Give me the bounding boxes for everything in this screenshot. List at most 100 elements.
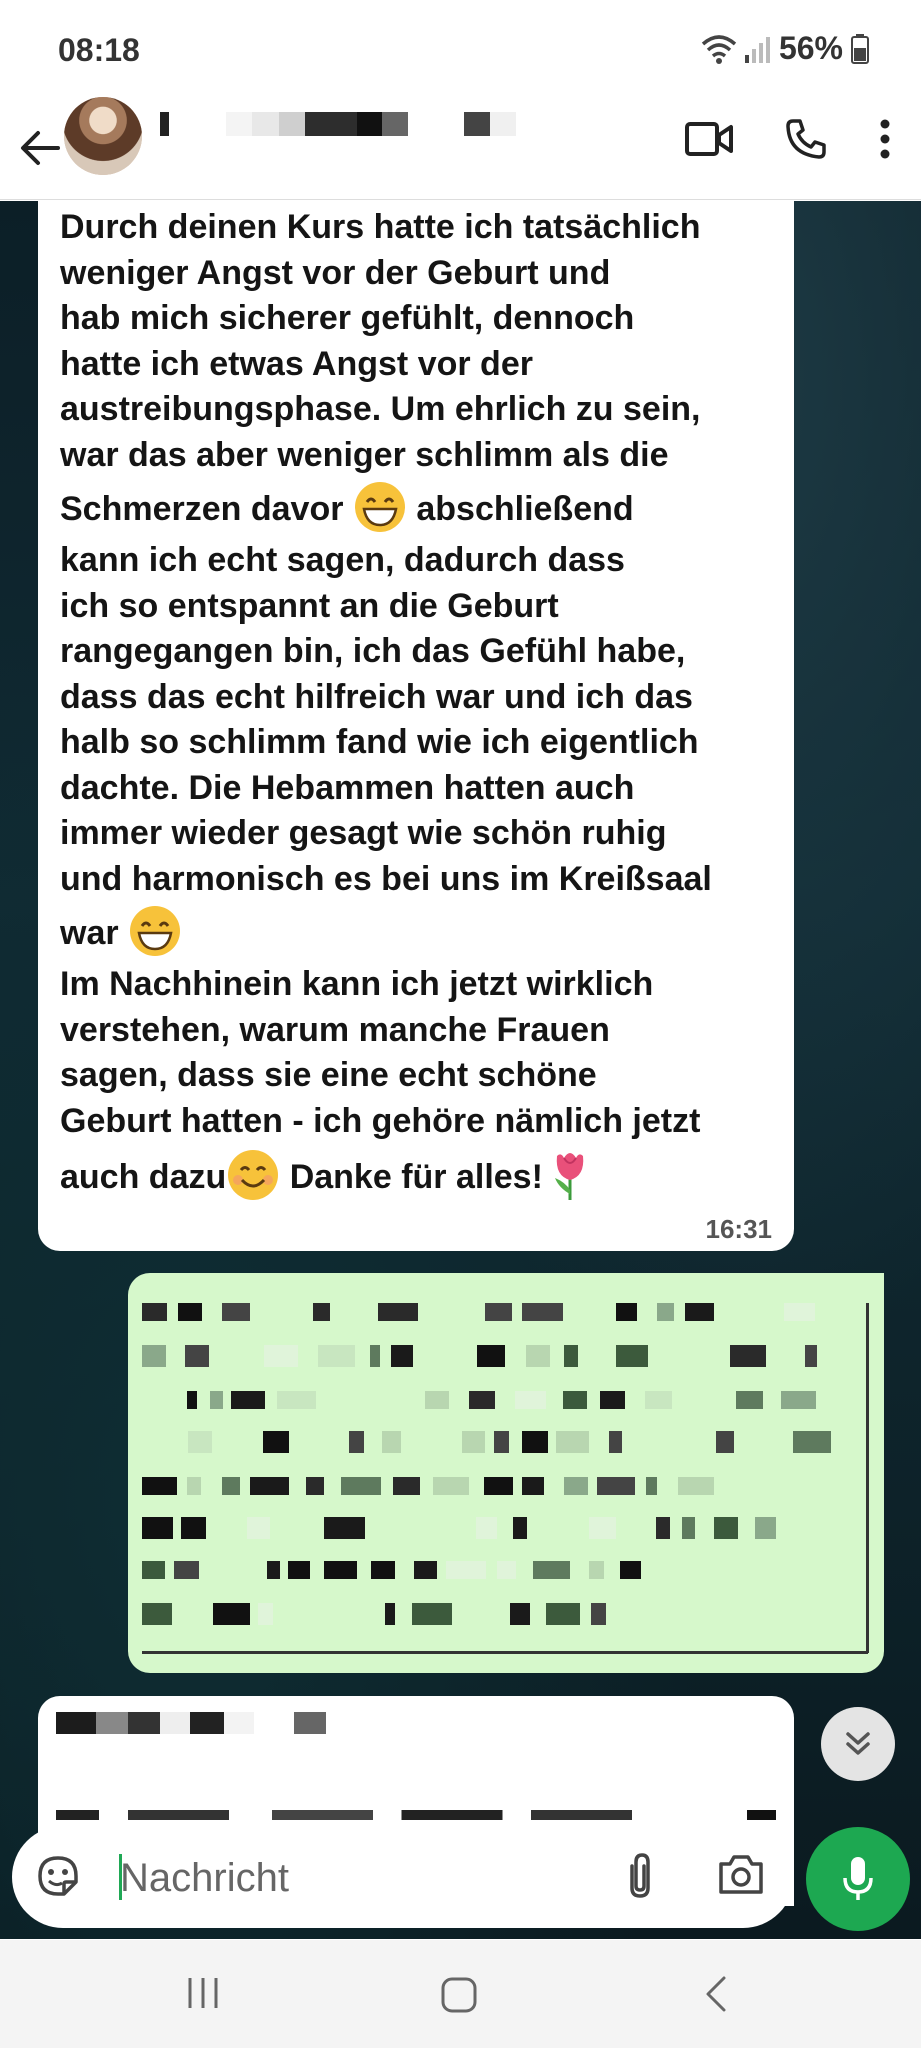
message-input[interactable]: Nachricht bbox=[120, 1856, 289, 1901]
chat-area[interactable]: Durch deinen Kurs hatte ich tatsächlich w… bbox=[0, 201, 921, 1939]
redacted-pixel bbox=[564, 1477, 588, 1495]
redacted-pixel bbox=[755, 1517, 776, 1539]
incoming-message[interactable]: Durch deinen Kurs hatte ich tatsächlich w… bbox=[38, 201, 794, 1251]
redacted-pixel bbox=[433, 1477, 469, 1495]
redacted-pixel bbox=[494, 1431, 509, 1453]
redacted-pixel bbox=[476, 1517, 497, 1539]
redacted-block bbox=[190, 1712, 224, 1734]
redacted-pixel bbox=[267, 1561, 280, 1579]
avatar-photo bbox=[64, 97, 142, 175]
redacted-pixel bbox=[657, 1303, 674, 1321]
redacted-block bbox=[294, 1712, 326, 1734]
redacted-pixel bbox=[522, 1477, 544, 1495]
redacted-pixel bbox=[784, 1303, 815, 1321]
grinning-emoji-icon bbox=[354, 482, 405, 532]
message-line: Durch deinen Kurs hatte ich tatsächlich bbox=[60, 208, 701, 246]
message-line: war bbox=[60, 904, 768, 958]
camera-icon[interactable] bbox=[717, 1852, 765, 1896]
redacted-pixel bbox=[187, 1477, 201, 1495]
redacted-pixel bbox=[616, 1303, 637, 1321]
scroll-down-button[interactable] bbox=[821, 1707, 895, 1781]
sticker-icon[interactable] bbox=[34, 1852, 82, 1900]
redacted-pixel bbox=[210, 1391, 223, 1409]
redacted-pixel bbox=[591, 1603, 606, 1625]
redacted-pixel bbox=[341, 1477, 381, 1495]
redacted-pixel bbox=[589, 1561, 604, 1579]
redacted-pixel bbox=[142, 1603, 172, 1625]
phone-icon[interactable] bbox=[785, 118, 827, 160]
signal-icon bbox=[744, 36, 770, 63]
message-line: weniger Angst vor der Geburt und bbox=[60, 253, 611, 292]
redacted-pixel bbox=[484, 1477, 513, 1495]
redacted-pixel bbox=[142, 1561, 165, 1579]
message-line: Geburt hatten - ich gehöre nämlich jetzt bbox=[60, 1101, 701, 1140]
redacted-pixel bbox=[805, 1345, 817, 1367]
redacted-pixel bbox=[349, 1431, 364, 1453]
redacted-pixel bbox=[414, 1561, 437, 1579]
message-line: hab mich sicherer gefühlt, dennoch bbox=[60, 299, 635, 337]
message-line: austreibungsphase. Um ehrlich zu sein, bbox=[60, 390, 701, 428]
redacted-pixel bbox=[497, 1561, 516, 1579]
redacted-pixel bbox=[597, 1477, 635, 1495]
redacted-pixel bbox=[391, 1345, 413, 1367]
voice-message-button[interactable] bbox=[806, 1827, 910, 1931]
redacted-block bbox=[96, 1712, 128, 1734]
message-line: Schmerzen davor abschließend bbox=[60, 480, 768, 534]
message-line: war das aber weniger schlimm als die bbox=[60, 435, 669, 474]
home-icon[interactable] bbox=[440, 1976, 478, 2014]
redacted-pixel bbox=[250, 1477, 289, 1495]
contact-name-redacted[interactable] bbox=[156, 112, 516, 142]
status-time: 08:18 bbox=[58, 32, 140, 68]
outgoing-message-redacted[interactable] bbox=[128, 1273, 884, 1673]
message-segment: abschließend bbox=[406, 490, 634, 528]
message-segment: auch dazu bbox=[60, 1158, 227, 1196]
redacted-pixel bbox=[533, 1561, 570, 1579]
redacted-pixel bbox=[736, 1391, 763, 1409]
redacted-pixel bbox=[425, 1391, 449, 1409]
redacted-pixel bbox=[645, 1391, 672, 1409]
avatar[interactable] bbox=[64, 97, 142, 175]
redacted-pixel bbox=[546, 1603, 580, 1625]
message-segment: Schmerzen davor bbox=[60, 490, 344, 528]
status-bar: 08:18 56% bbox=[0, 0, 921, 100]
redacted-pixel bbox=[646, 1477, 657, 1495]
redacted-pixel bbox=[600, 1391, 625, 1409]
redacted-pixel bbox=[247, 1517, 270, 1539]
redacted-pixel bbox=[462, 1431, 485, 1453]
tulip-emoji-icon bbox=[554, 1153, 584, 1200]
redacted-block bbox=[128, 1712, 160, 1734]
redacted-pixel bbox=[181, 1517, 206, 1539]
back-arrow-icon[interactable] bbox=[14, 122, 66, 174]
message-line: immer wieder gesagt wie schön ruhig bbox=[60, 814, 667, 852]
message-line: auch dazu Danke für alles! bbox=[60, 1148, 768, 1202]
redacted-pixel bbox=[142, 1517, 173, 1539]
redacted-pixel bbox=[306, 1477, 324, 1495]
redacted-pixel bbox=[277, 1391, 316, 1409]
message-input-bar: Nachricht bbox=[12, 1826, 794, 1928]
recent-apps-icon[interactable] bbox=[186, 1976, 220, 2010]
redacted-pixel bbox=[556, 1431, 589, 1453]
redacted-pixel bbox=[522, 1303, 563, 1321]
video-call-icon[interactable] bbox=[685, 121, 733, 157]
redacted-pixel bbox=[477, 1345, 505, 1367]
redacted-pixel bbox=[142, 1303, 167, 1321]
attach-icon[interactable] bbox=[622, 1850, 658, 1902]
redacted-pixel bbox=[563, 1391, 587, 1409]
redacted-pixel bbox=[446, 1561, 486, 1579]
redacted-edge bbox=[866, 1303, 869, 1653]
redacted-pixel bbox=[382, 1431, 401, 1453]
battery-percent: 56% bbox=[778, 30, 843, 66]
redacted-pixel bbox=[781, 1391, 816, 1409]
status-icons: 56% bbox=[701, 30, 869, 67]
redacted-pixel bbox=[385, 1603, 395, 1625]
redacted-pixel bbox=[213, 1603, 250, 1625]
nav-back-icon[interactable] bbox=[702, 1974, 728, 2014]
message-segment: Danke für alles! bbox=[280, 1158, 543, 1196]
redacted-pixel bbox=[589, 1517, 616, 1539]
redacted-pixel bbox=[515, 1391, 546, 1409]
redacted-pixel bbox=[187, 1391, 197, 1409]
bubble-tail bbox=[844, 1273, 866, 1295]
more-vert-icon[interactable] bbox=[879, 119, 891, 159]
redacted-pixel bbox=[142, 1477, 177, 1495]
message-timestamp: 16:31 bbox=[705, 1214, 773, 1244]
